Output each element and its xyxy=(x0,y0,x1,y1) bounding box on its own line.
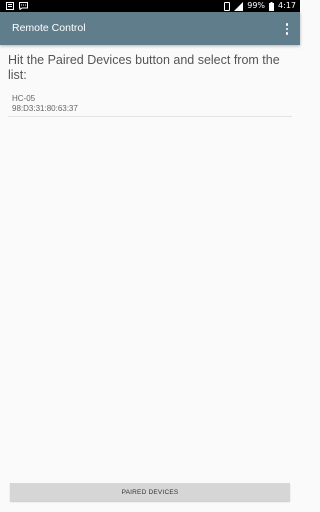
device-name: HC-05 xyxy=(12,94,36,103)
instruction-text: Hit the Paired Devices button and select… xyxy=(8,53,280,82)
clock: 4:17 xyxy=(278,1,296,10)
overflow-menu-icon[interactable] xyxy=(282,21,292,37)
status-right-icons: 99% 4:17 xyxy=(224,0,296,12)
device-list: HC-05 98:D3:31:80:63:37 xyxy=(8,92,292,117)
overflow-dot xyxy=(285,23,289,26)
phone-icon xyxy=(224,1,231,11)
device-address: 98:D3:31:80:63:37 xyxy=(12,104,78,113)
notification-icon xyxy=(6,2,14,10)
paired-devices-button[interactable]: PAIRED DEVICES xyxy=(10,483,290,501)
overflow-dot xyxy=(285,27,289,31)
overflow-dot xyxy=(285,32,289,35)
battery-icon xyxy=(269,1,275,11)
status-left-icons xyxy=(6,2,28,10)
app-bar: Remote Control xyxy=(0,12,300,45)
message-icon xyxy=(19,2,28,10)
status-bar: 99% 4:17 xyxy=(0,0,300,12)
device-list-item[interactable]: HC-05 98:D3:31:80:63:37 xyxy=(8,92,292,117)
app-title: Remote Control xyxy=(12,22,86,34)
signal-icon xyxy=(234,1,244,11)
battery-percent: 99% xyxy=(247,1,266,10)
